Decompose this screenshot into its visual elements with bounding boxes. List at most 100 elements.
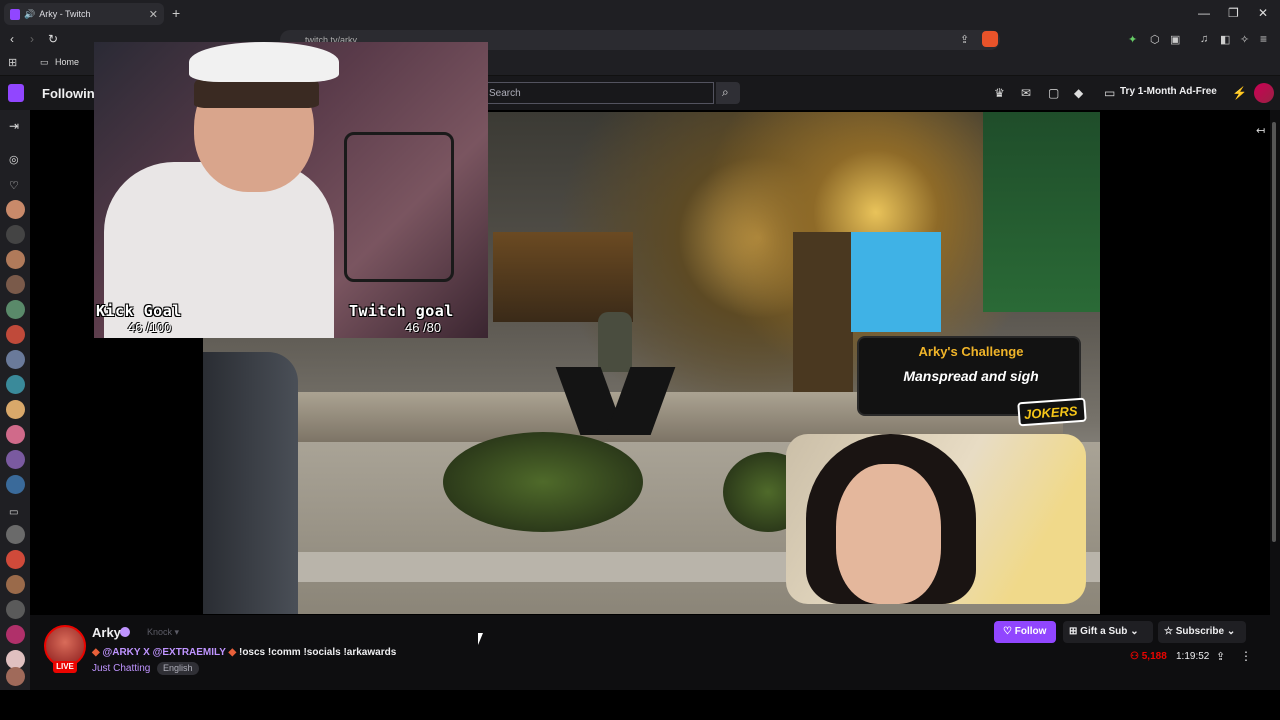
sidebar-channel-avatar[interactable] — [6, 600, 25, 619]
storefront — [493, 232, 633, 322]
browser-tab-bar: 🔊 Arky - Twitch ✕ + — ❐ ✕ — [0, 0, 1280, 28]
sidebar-channel-avatar[interactable] — [6, 425, 25, 444]
sitting-man — [555, 312, 676, 442]
stream-title-commands: !oscs !comm !socials !arkawards — [238, 647, 397, 658]
scrollbar-thumb[interactable] — [1272, 122, 1276, 542]
whispers-icon[interactable]: ▢ — [1048, 86, 1062, 100]
audio-icon: 🔊 — [24, 8, 36, 19]
knock-label: Knock — [147, 627, 173, 637]
window-close-icon[interactable]: ✕ — [1258, 6, 1268, 20]
uptime: 1:19:52 — [1176, 651, 1210, 662]
sidebar-channel-avatar[interactable] — [6, 375, 25, 394]
sidebar-channel-avatar[interactable] — [6, 350, 25, 369]
streamer-name[interactable]: Arky — [92, 625, 121, 640]
chair — [344, 132, 454, 282]
guest-webcam — [786, 434, 1086, 604]
user-avatar[interactable] — [1254, 83, 1274, 103]
menu-icon[interactable]: ≡ — [1260, 32, 1267, 46]
follow-button[interactable]: ♡ Follow — [994, 621, 1056, 643]
inbox-icon[interactable]: ✉ — [1021, 86, 1035, 100]
ad-free-icon: ▭ — [1104, 86, 1116, 100]
heart-icon: ♡ — [9, 180, 19, 192]
subscribe-button[interactable]: ☆ Subscribe ⌄ — [1158, 621, 1246, 643]
live-badge: LIVE — [53, 661, 77, 673]
blue-bus — [851, 232, 941, 332]
bush — [443, 432, 643, 532]
page-scrollbar[interactable] — [1270, 110, 1278, 690]
reload-icon[interactable]: ↻ — [48, 32, 58, 46]
stream-title-mentions: @ARKY X @EXTRAEMILY — [102, 647, 226, 658]
twitch-goal-title: Twitch goal — [349, 302, 454, 320]
tab-title: Arky - Twitch — [39, 9, 91, 19]
stream-title: ◆ @ARKY X @EXTRAEMILY ◆ !oscs !comm !soc… — [92, 647, 396, 658]
parked-car — [203, 352, 298, 614]
category-link[interactable]: Just Chatting — [92, 663, 150, 674]
kick-goal-title: Kick Goal — [96, 302, 182, 320]
extensions-icon[interactable]: ⬡ — [1150, 33, 1160, 46]
tab-close-icon[interactable]: ✕ — [149, 8, 158, 21]
sidebar-channel-avatar[interactable] — [6, 250, 25, 269]
restore-icon[interactable]: ❐ — [1228, 6, 1239, 20]
subscribe-label: Subscribe — [1175, 626, 1225, 637]
brave-shield-icon[interactable] — [982, 31, 998, 47]
browser-tab[interactable]: 🔊 Arky - Twitch ✕ — [4, 3, 164, 25]
heart-icon: ♡ — [1003, 626, 1012, 637]
expand-sidebar-icon[interactable]: ⇥ — [9, 119, 19, 133]
gift-label: Gift a Sub — [1080, 626, 1128, 637]
person-icon: ⚇ — [1130, 651, 1139, 662]
search-input[interactable]: Search — [482, 82, 714, 104]
kick-goal-value: 46 /100 — [128, 320, 172, 335]
language-tag[interactable]: English — [157, 662, 199, 675]
wallet-icon[interactable]: ▣ — [1170, 33, 1180, 46]
sidebar-channel-avatar[interactable] — [6, 525, 25, 544]
sidebar-channel-avatar[interactable] — [6, 450, 25, 469]
santa-hat — [189, 42, 339, 82]
sidebar-channel-avatar[interactable] — [6, 200, 25, 219]
twitch-logo-icon[interactable] — [8, 84, 24, 102]
recommended-icon: ◎ — [9, 154, 19, 166]
bits-icon[interactable]: ◆ — [1074, 86, 1088, 100]
diamond-icon: ◆ — [228, 647, 237, 658]
apps-grid-icon[interactable]: ⊞ — [8, 56, 17, 69]
follow-label: Follow — [1014, 626, 1047, 637]
knock-button[interactable]: Knock ▾ — [147, 627, 179, 638]
sidebar-channel-avatar[interactable] — [6, 325, 25, 344]
leaf-icon[interactable]: ✦ — [1128, 33, 1137, 46]
sidebar-channel-avatar[interactable] — [6, 275, 25, 294]
more-options-icon[interactable]: ⋮ — [1240, 649, 1252, 663]
sidebar-channel-avatar[interactable] — [6, 575, 25, 594]
leo-ai-icon[interactable]: ✧ — [1240, 33, 1249, 46]
new-tab-icon[interactable]: + — [172, 5, 180, 21]
star-icon: ☆ — [1164, 626, 1173, 637]
ad-free-button[interactable]: Try 1-Month Ad-Free — [1120, 86, 1217, 97]
home-folder-icon: ▭ — [40, 57, 49, 67]
music-icon[interactable]: ♫ — [1200, 33, 1208, 45]
sidebar-channel-avatar[interactable] — [6, 475, 25, 494]
sidebar-channel-avatar[interactable] — [6, 625, 25, 644]
search-button[interactable]: ⌕ — [716, 82, 740, 104]
turbo-icon[interactable]: ⚡ — [1232, 86, 1247, 100]
chevron-down-icon: ⌄ — [1130, 626, 1139, 637]
prime-crown-icon[interactable]: ♛ — [994, 86, 1008, 100]
search-icon: ⌕ — [722, 85, 729, 99]
sidebar-channel-avatar[interactable] — [6, 550, 25, 569]
sidebar-channel-avatar[interactable] — [6, 300, 25, 319]
challenge-title: Arky's Challenge — [918, 344, 1024, 359]
viewer-count-value: 5,188 — [1141, 651, 1167, 662]
sidebar-channel-avatar[interactable] — [6, 400, 25, 419]
share-icon[interactable]: ⇪ — [1216, 650, 1225, 663]
sidebar-channel-avatar[interactable] — [6, 667, 25, 686]
sidebar-channel-avatar[interactable] — [6, 225, 25, 244]
share-page-icon[interactable]: ⇪ — [960, 33, 969, 46]
bookmark-home[interactable]: Home — [55, 57, 79, 67]
collapse-chat-icon[interactable]: ↤ — [1256, 124, 1265, 137]
gift-sub-button[interactable]: ⊞ Gift a Sub ⌄ — [1063, 621, 1153, 643]
forward-icon[interactable]: › — [30, 32, 34, 46]
viewer-count: ⚇ 5,188 — [1130, 651, 1167, 662]
mouse-cursor — [478, 633, 483, 645]
diamond-icon: ◆ — [92, 647, 100, 658]
back-icon[interactable]: ‹ — [10, 32, 14, 46]
bottom-black-strip — [0, 690, 1280, 720]
minimize-icon[interactable]: — — [1198, 6, 1210, 20]
sidebar-toggle-icon[interactable]: ◧ — [1220, 33, 1230, 46]
